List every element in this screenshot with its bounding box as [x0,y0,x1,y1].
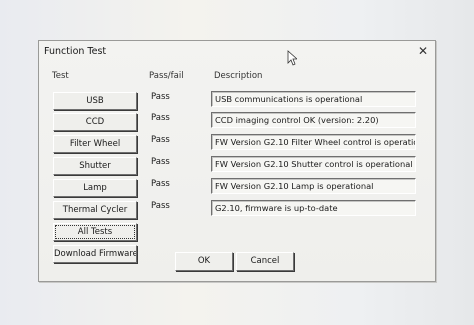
lamp-test-button[interactable]: Lamp [53,179,137,197]
ccd-test-button[interactable]: CCD [53,113,137,131]
cancel-button[interactable]: Cancel [236,252,294,271]
title-bar: Function Test ✕ [39,41,435,61]
thermal-cycler-result: Pass [151,201,170,211]
column-header-pass-fail: Pass/fail [149,71,184,81]
shutter-test-button[interactable]: Shutter [53,157,137,175]
column-header-description: Description [214,71,263,81]
shutter-description-field: FW Version G2.10 Shutter control is oper… [211,156,416,172]
column-header-test: Test [52,71,69,81]
close-icon[interactable]: ✕ [415,43,431,59]
usb-result: Pass [151,92,170,102]
ccd-result: Pass [151,113,170,123]
all-tests-button[interactable]: All Tests [53,223,137,241]
filter-wheel-test-button[interactable]: Filter Wheel [53,135,137,153]
thermal-cycler-description-field: G2.10, firmware is up-to-date [211,200,416,216]
mouse-pointer-icon [287,50,297,66]
ok-button[interactable]: OK [175,252,233,271]
usb-description-field: USB communications is operational [211,91,416,107]
usb-test-button[interactable]: USB [53,92,137,110]
shutter-result: Pass [151,157,170,167]
lamp-description-field: FW Version G2.10 Lamp is operational [211,178,416,194]
download-firmware-button[interactable]: Download Firmware... [53,245,137,263]
filter-wheel-description-field: FW Version G2.10 Filter Wheel control is… [211,134,416,150]
function-test-dialog: Function Test ✕ Test Pass/fail Descripti… [38,40,436,282]
thermal-cycler-test-button[interactable]: Thermal Cycler [53,201,137,219]
ccd-description-field: CCD imaging control OK (version: 2.20) [211,112,416,128]
lamp-result: Pass [151,179,170,189]
filter-wheel-result: Pass [151,135,170,145]
dialog-title: Function Test [44,46,107,57]
